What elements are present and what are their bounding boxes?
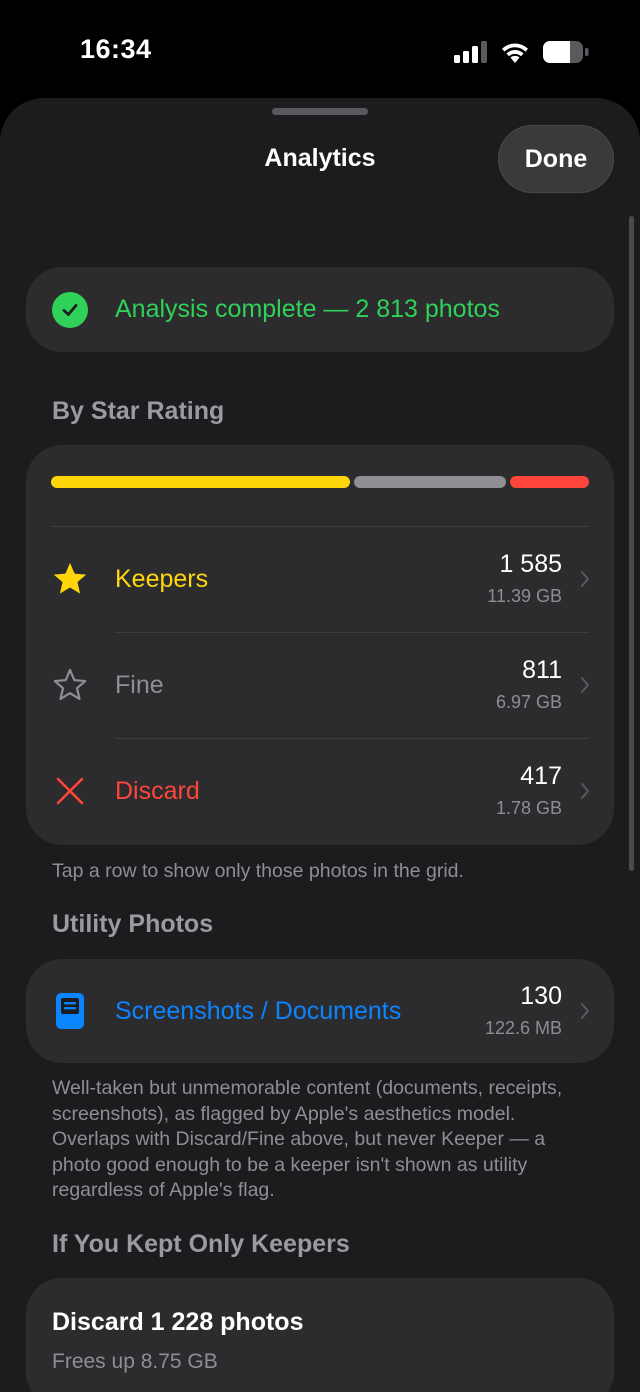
- chevron-right-icon: [581, 1003, 589, 1019]
- rating-row-values: 811 6.97 GB: [496, 655, 562, 715]
- section-header-star-rating: By Star Rating: [52, 397, 225, 425]
- rating-row-values: 417 1.78 GB: [496, 761, 562, 821]
- cellular-signal-icon: [454, 41, 487, 63]
- rating-row-label: Fine: [115, 670, 164, 699]
- battery-icon: [543, 41, 589, 63]
- done-button[interactable]: Done: [498, 125, 614, 193]
- storage-size: 1.78 GB: [495, 798, 562, 818]
- photo-count: 811: [522, 656, 562, 684]
- star-filled-icon: [50, 559, 90, 599]
- sheet-grabber[interactable]: [272, 108, 368, 115]
- distribution-segment-fine: [353, 476, 507, 488]
- star-rating-card: Keepers 1 585 11.39 GB Fine 811 6.97 GB: [26, 445, 614, 845]
- analysis-status-card: Analysis complete — 2 813 photos: [26, 267, 614, 352]
- status-icons: [454, 40, 590, 64]
- chevron-right-icon: [581, 783, 589, 799]
- section-header-keepers-only: If You Kept Only Keepers: [52, 1230, 350, 1258]
- utility-row-screenshots[interactable]: Screenshots / Documents 130 122.6 MB: [26, 959, 614, 1063]
- utility-caption: Well-taken but unmemorable content (docu…: [52, 1077, 563, 1201]
- checkmark-circle-icon: [52, 291, 88, 328]
- rating-row-label: Discard: [115, 776, 200, 805]
- storage-size: 11.39 GB: [487, 586, 562, 606]
- chevron-right-icon: [581, 677, 589, 693]
- distribution-segment-discard: [510, 476, 589, 488]
- utility-row-label: Screenshots / Documents: [115, 996, 402, 1025]
- rating-row-fine[interactable]: Fine 811 6.97 GB: [26, 632, 614, 738]
- star-rating-caption: Tap a row to show only those photos in t…: [52, 860, 464, 882]
- distribution-segment-keepers: [51, 476, 350, 488]
- analytics-sheet: Analytics Done Analysis complete — 2 813…: [0, 98, 640, 1392]
- status-time: 16:34: [80, 34, 152, 64]
- rating-row-label: Keepers: [115, 564, 209, 593]
- rating-row-keepers[interactable]: Keepers 1 585 11.39 GB: [26, 526, 614, 632]
- document-icon: [50, 991, 90, 1031]
- analysis-status-text: Analysis complete — 2 813 photos: [115, 295, 500, 323]
- space-freed-text: Frees up 8.75 GB: [52, 1350, 218, 1373]
- chevron-right-icon: [581, 571, 589, 587]
- photo-count: 417: [520, 762, 562, 790]
- wifi-icon: [502, 43, 528, 63]
- storage-size: 6.97 GB: [495, 692, 562, 712]
- photo-count: 130: [520, 982, 562, 1010]
- photo-count: 1 585: [499, 550, 562, 578]
- keepers-only-card[interactable]: Discard 1 228 photos Frees up 8.75 GB: [26, 1278, 614, 1392]
- utility-row-values: 130 122.6 MB: [485, 981, 562, 1041]
- section-header-utility: Utility Photos: [52, 910, 214, 938]
- storage-size: 122.6 MB: [484, 1018, 562, 1038]
- utility-card: Screenshots / Documents 130 122.6 MB: [26, 959, 614, 1063]
- scroll-indicator[interactable]: [629, 216, 634, 871]
- star-outline-icon: [50, 665, 90, 705]
- discard-summary-title: Discard 1 228 photos: [52, 1308, 304, 1336]
- rating-row-discard[interactable]: Discard 417 1.78 GB: [26, 738, 614, 844]
- rating-row-values: 1 585 11.39 GB: [487, 549, 562, 609]
- x-mark-icon: [50, 771, 90, 811]
- rating-distribution-bar: [51, 476, 589, 488]
- status-bar: 16:34: [0, 0, 640, 98]
